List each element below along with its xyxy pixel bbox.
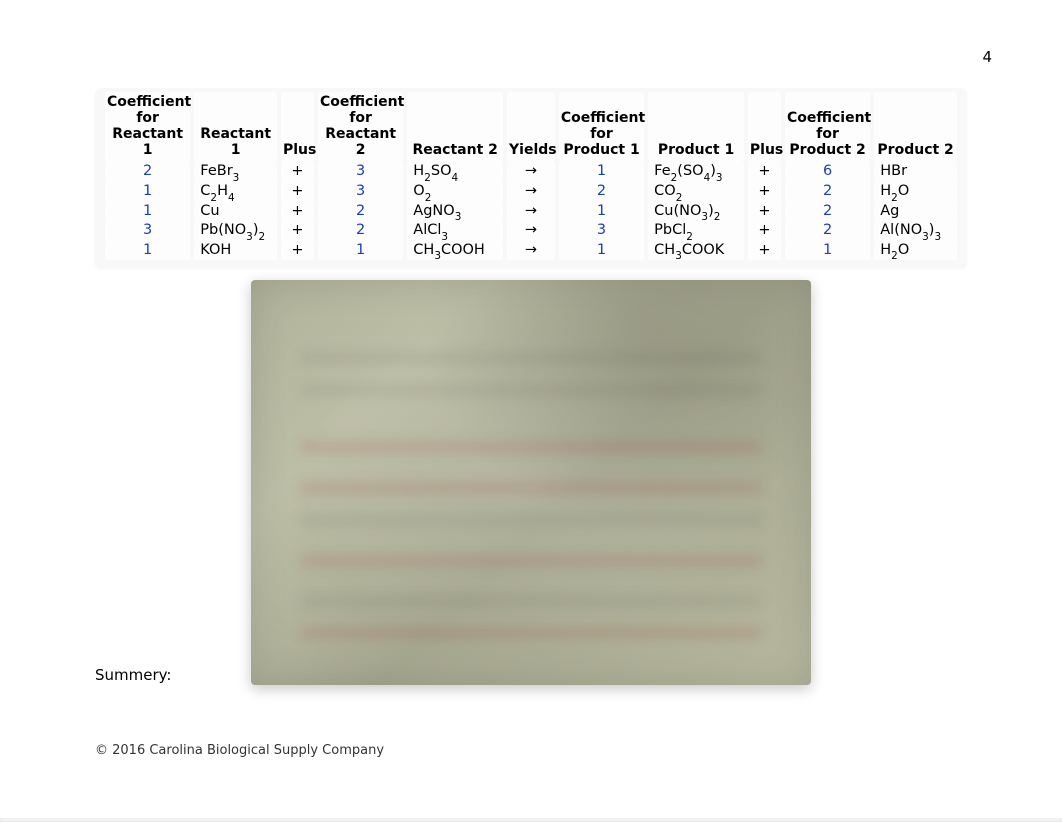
summary-label: Summery: [95,666,172,684]
cell-r2: AgNO3 [407,202,503,222]
cell-coef-p2: 2 [785,182,870,202]
cell-yields: → [507,202,555,222]
th-p1: Product 1 [648,92,744,162]
cell-coef-r1: 1 [105,241,190,261]
th-coef-p2: Coefficient for Product 2 [785,92,870,162]
table-row: 1C2H4+3O2→2CO2+2H2O [105,182,957,202]
table-row: 1KOH+1CH3COOH→1CH3COOK+1H2O [105,241,957,261]
cell-r1: Cu [194,202,277,222]
cell-yields: → [507,221,555,241]
cell-p2: HBr [874,162,957,182]
page-divider [0,818,1062,822]
table-header-row: Coefficient for Reactant 1 Reactant 1 Pl… [105,92,957,162]
cell-yields: → [507,182,555,202]
cell-coef-p2: 6 [785,162,870,182]
cell-coef-p2: 1 [785,241,870,261]
th-plus1: Plus [281,92,314,162]
table-row: 3Pb(NO3)2+2AlCl3→3PbCl2+2Al(NO3)3 [105,221,957,241]
cell-coef-r1: 2 [105,162,190,182]
cell-r2: CH3COOH [407,241,503,261]
cell-r1: KOH [194,241,277,261]
cell-p1: CH3COOK [648,241,744,261]
cell-coef-r1: 3 [105,221,190,241]
cell-r2: O2 [407,182,503,202]
cell-plus2: + [748,162,781,182]
cell-p1: Cu(NO3)2 [648,202,744,222]
cell-p2: Ag [874,202,957,222]
cell-plus2: + [748,182,781,202]
cell-coef-p1: 1 [559,162,644,182]
th-coef-r2: Coefficient for Reactant 2 [318,92,403,162]
th-coef-r1: Coefficient for Reactant 1 [105,92,190,162]
cell-coef-r1: 1 [105,182,190,202]
cell-coef-p2: 2 [785,202,870,222]
cell-coef-r2: 2 [318,202,403,222]
cell-coef-r1: 1 [105,202,190,222]
cell-coef-r2: 3 [318,182,403,202]
page-number: 4 [982,48,992,66]
cell-p2: Al(NO3)3 [874,221,957,241]
cell-coef-r2: 1 [318,241,403,261]
cell-coef-p1: 1 [559,241,644,261]
cell-plus: + [281,182,314,202]
cell-plus: + [281,221,314,241]
th-yields: Yields [507,92,555,162]
cell-r2: AlCl3 [407,221,503,241]
th-r2: Reactant 2 [407,92,503,162]
cell-p2: H2O [874,182,957,202]
th-p2: Product 2 [874,92,957,162]
th-plus2: Plus [748,92,781,162]
cell-r1: Pb(NO3)2 [194,221,277,241]
cell-coef-p1: 3 [559,221,644,241]
equations-table-container: Coefficient for Reactant 1 Reactant 1 Pl… [95,88,967,268]
cell-yields: → [507,241,555,261]
cell-yields: → [507,162,555,182]
cell-r1: FeBr3 [194,162,277,182]
cell-coef-p1: 2 [559,182,644,202]
th-r1: Reactant 1 [194,92,277,162]
table-row: 2FeBr3+3H2SO4→1Fe2(SO4)3+6HBr [105,162,957,182]
photo-placeholder [251,280,811,685]
cell-plus2: + [748,241,781,261]
cell-coef-p1: 1 [559,202,644,222]
cell-coef-r2: 2 [318,221,403,241]
copyright-text: © 2016 Carolina Biological Supply Compan… [95,743,384,758]
table-row: 1Cu+2AgNO3→1Cu(NO3)2+2Ag [105,202,957,222]
cell-p1: CO2 [648,182,744,202]
cell-plus: + [281,162,314,182]
cell-p2: H2O [874,241,957,261]
cell-plus: + [281,202,314,222]
equations-table: Coefficient for Reactant 1 Reactant 1 Pl… [101,92,961,260]
cell-coef-p2: 2 [785,221,870,241]
cell-r2: H2SO4 [407,162,503,182]
th-coef-p1: Coefficient for Product 1 [559,92,644,162]
cell-coef-r2: 3 [318,162,403,182]
document-page: 4 Coefficient for Reactant 1 Reactant 1 … [0,0,1062,820]
cell-plus: + [281,241,314,261]
cell-p1: PbCl2 [648,221,744,241]
cell-plus2: + [748,202,781,222]
cell-plus2: + [748,221,781,241]
cell-p1: Fe2(SO4)3 [648,162,744,182]
equations-tbody: 2FeBr3+3H2SO4→1Fe2(SO4)3+6HBr1C2H4+3O2→2… [105,162,957,260]
cell-r1: C2H4 [194,182,277,202]
